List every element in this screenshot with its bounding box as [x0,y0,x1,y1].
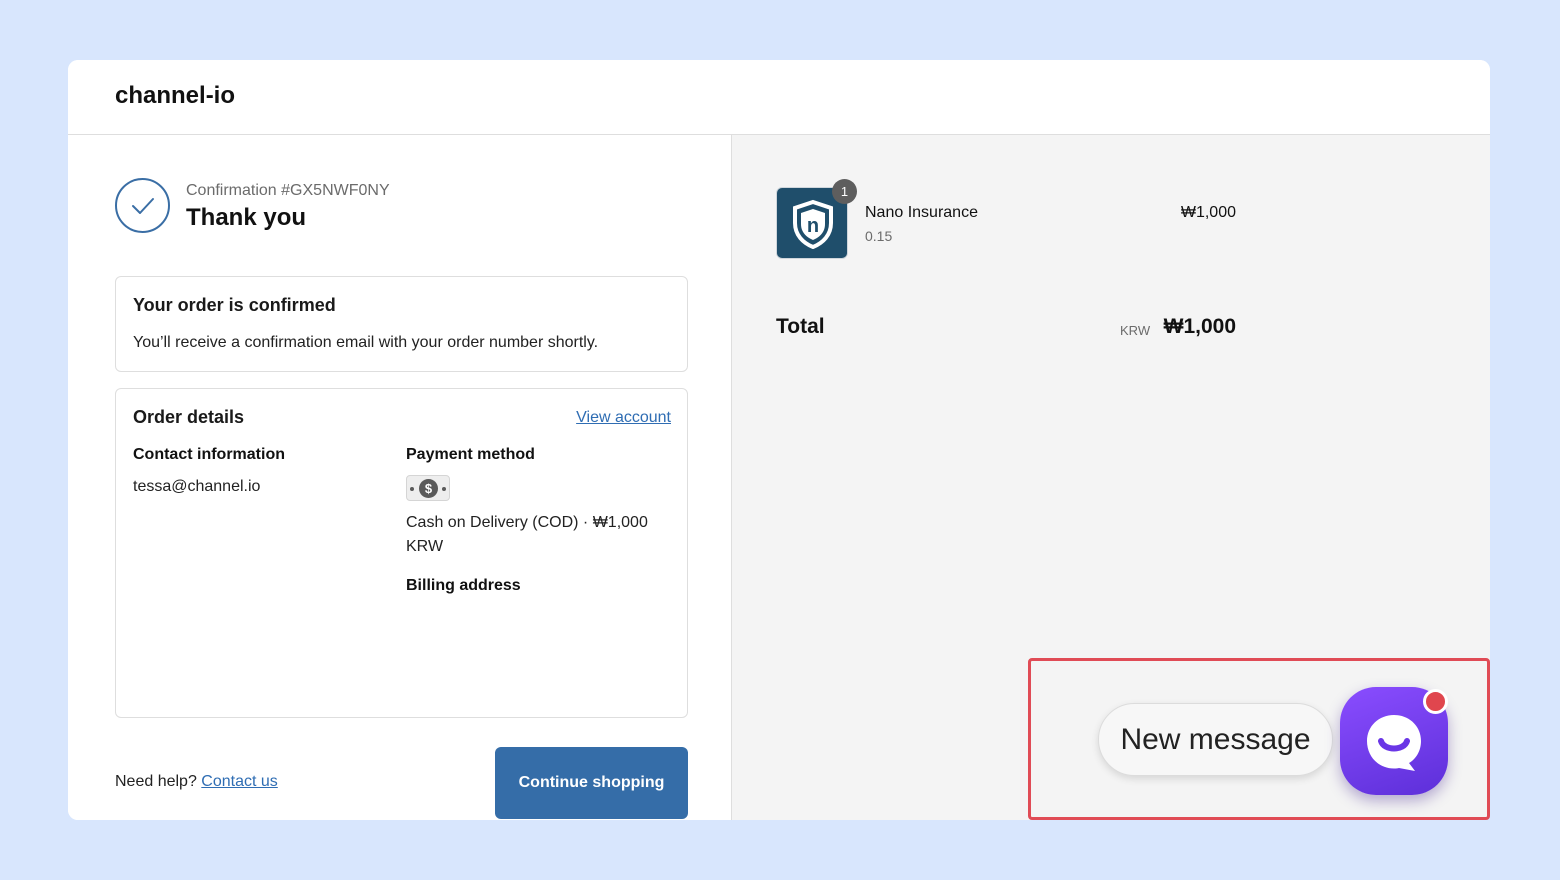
page-title: Thank you [186,204,307,231]
product-name: Nano Insurance [865,204,978,221]
header-bar: channel-io [68,60,1490,135]
new-message-bubble[interactable]: New message [1098,703,1333,776]
product-variant: 0.15 [865,228,893,244]
chat-smile-icon [1367,715,1421,771]
view-account-link[interactable]: View account [576,409,671,427]
cash-icon: $ [406,475,450,501]
quantity-badge: 1 [832,179,857,204]
payment-method-label: Payment method [406,446,535,463]
main-column: Confirmation #GX5NWF0NY Thank you Your o… [68,135,731,820]
product-price: ₩1,000 [1180,204,1236,221]
confirmation-number: Confirmation #GX5NWF0NY [186,182,390,199]
order-details-heading: Order details [133,407,245,427]
contact-info-label: Contact information [133,446,285,463]
order-confirmed-heading: Your order is confirmed [133,295,336,315]
payment-method-line: Cash on Delivery (COD) · ₩1,000 [406,514,648,531]
total-label: Total [776,315,825,338]
payment-currency: KRW [406,538,444,555]
order-details-box: Order details View account Contact infor… [115,388,688,718]
help-text: Need help? Contact us [115,773,278,791]
order-confirmed-message: You’ll receive a confirmation email with… [133,334,599,351]
order-confirmed-box: Your order is confirmed You’ll receive a… [115,276,688,372]
billing-address-label: Billing address [406,577,521,594]
total-currency: KRW [1120,323,1151,338]
svg-text:n: n [807,215,819,237]
help-label: Need help? [115,773,197,790]
continue-shopping-button[interactable]: Continue shopping [495,747,688,819]
total-value: ₩1,000 [1163,315,1236,338]
notification-dot [1423,689,1448,714]
check-icon [115,178,170,233]
shield-logo-icon: n [793,199,833,249]
contact-email: tessa@channel.io [133,478,261,495]
contact-us-link[interactable]: Contact us [201,773,277,790]
shop-name[interactable]: channel-io [115,82,235,110]
